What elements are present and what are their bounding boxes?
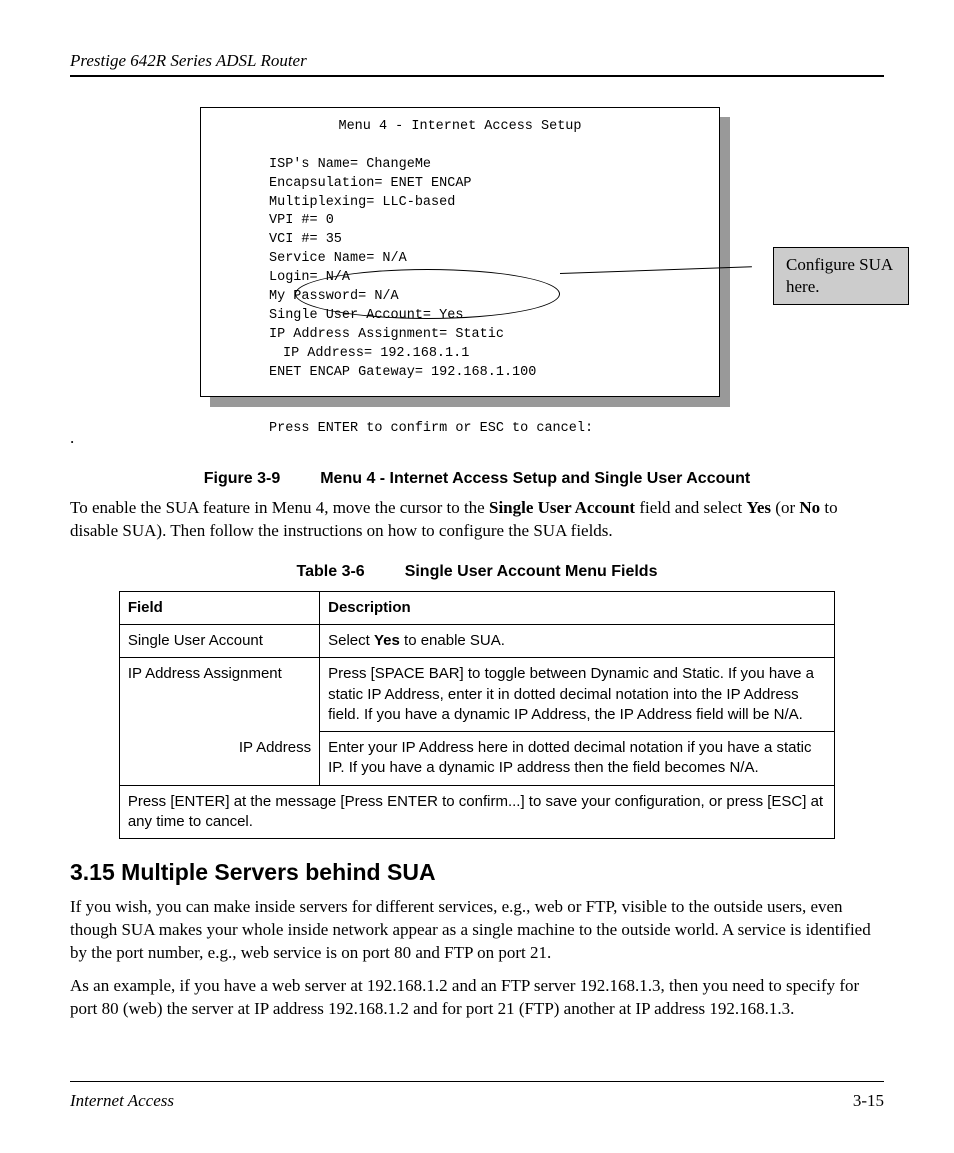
terminal-line-gw: ENET ENCAP Gateway= 192.168.1.100 [219, 364, 701, 383]
figure-block: Menu 4 - Internet Access Setup ISP's Nam… [70, 107, 884, 417]
paragraph-multisrv-2: As an example, if you have a web server … [70, 975, 884, 1021]
cell-ipassign-field: IP Address Assignment [119, 658, 319, 732]
section-heading: 3.15 Multiple Servers behind SUA [70, 857, 884, 888]
figure-caption: Figure 3-9Menu 4 - Internet Access Setup… [70, 468, 884, 490]
th-description: Description [320, 591, 835, 624]
cell-ipaddr-field: IP Address [119, 732, 319, 786]
terminal-line-isp: ISP's Name= ChangeMe [219, 156, 701, 175]
callout-box: Configure SUA here. [773, 247, 909, 305]
page-header: Prestige 642R Series ADSL Router [70, 50, 884, 77]
footer-title: Internet Access [70, 1090, 174, 1113]
cell-sua-field: Single User Account [119, 625, 319, 658]
highlight-ellipse [295, 269, 560, 319]
terminal-line-vci: VCI #= 35 [219, 231, 701, 250]
terminal-line-encap: Encapsulation= ENET ENCAP [219, 175, 701, 194]
page-footer: Internet Access 3-15 [70, 1081, 884, 1113]
th-field: Field [119, 591, 319, 624]
terminal-prompt: Press ENTER to confirm or ESC to cancel: [219, 420, 701, 439]
terminal-line-ipaddr: IP Address= 192.168.1.1 [219, 345, 701, 364]
paragraph-multisrv-1: If you wish, you can make inside servers… [70, 896, 884, 965]
cell-ipaddr-desc: Enter your IP Address here in dotted dec… [320, 732, 835, 786]
footer-page: 3-15 [853, 1090, 884, 1113]
sua-fields-table: Field Description Single User Account Se… [119, 591, 835, 839]
terminal-box: Menu 4 - Internet Access Setup ISP's Nam… [200, 107, 720, 397]
table-caption: Table 3-6Single User Account Menu Fields [70, 561, 884, 583]
paragraph-enable-sua: To enable the SUA feature in Menu 4, mov… [70, 497, 884, 543]
terminal-line-svc: Service Name= N/A [219, 250, 701, 269]
terminal-line-vpi: VPI #= 0 [219, 212, 701, 231]
cell-note: Press [ENTER] at the message [Press ENTE… [119, 785, 834, 839]
terminal-line-ipasg: IP Address Assignment= Static [219, 326, 701, 345]
terminal-line-multi: Multiplexing= LLC-based [219, 194, 701, 213]
cell-sua-desc: Select Yes to enable SUA. [320, 625, 835, 658]
cell-ipassign-desc: Press [SPACE BAR] to toggle between Dyna… [320, 658, 835, 732]
terminal-title: Menu 4 - Internet Access Setup [219, 118, 701, 137]
